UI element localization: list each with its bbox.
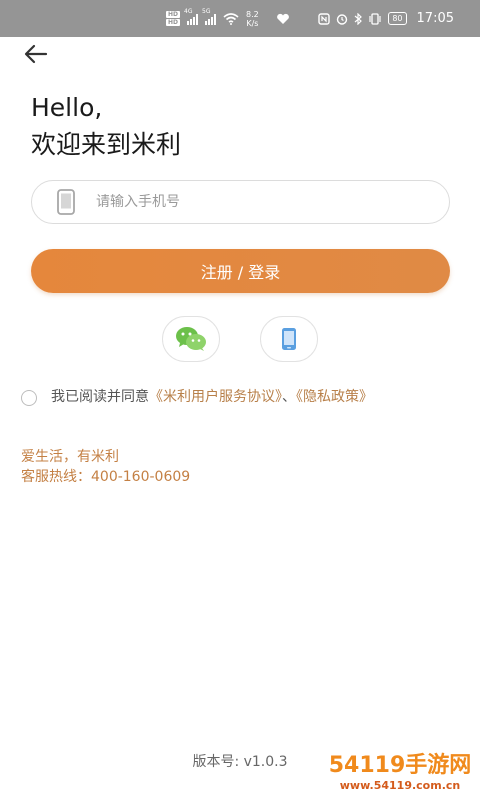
network-4g-label: 4G xyxy=(184,7,193,15)
privacy-policy-link[interactable]: 《隐私政策》 xyxy=(296,389,373,405)
greeting-welcome: 欢迎来到米利 xyxy=(31,130,182,159)
hotline-label: 客服热线： xyxy=(21,469,91,485)
agreement-separator: 、 xyxy=(282,389,296,405)
hd-badge-2: HD xyxy=(166,19,181,26)
battery-icon: 80 xyxy=(388,12,407,25)
arrow-left-icon xyxy=(24,44,48,64)
vibrate-icon xyxy=(369,12,381,25)
phone-login-button[interactable] xyxy=(260,316,318,362)
smartphone-icon xyxy=(57,189,75,215)
agreement-text: 我已阅读并同意《米利用户服务协议》、《隐私政策》 xyxy=(51,386,451,408)
login-screen: HD HD 4G 5G 8.2 K/s 80 17:05 Hello, 欢迎来到… xyxy=(0,0,480,800)
hotline-number: 400-160-0609 xyxy=(91,469,191,485)
wechat-icon xyxy=(176,327,206,351)
wechat-login-button[interactable] xyxy=(162,316,220,362)
watermark-sub: www.54119.com.cn xyxy=(339,778,461,792)
agreement-prefix: 我已阅读并同意 xyxy=(51,389,149,405)
hd-badges: HD HD xyxy=(166,11,181,26)
speed-value: 8.2 xyxy=(246,9,259,19)
heart-icon xyxy=(276,13,289,24)
hd-badge-1: HD xyxy=(166,11,181,18)
wifi-icon xyxy=(223,12,239,25)
site-watermark: 54119手游网 www.54119.com.cn xyxy=(320,738,480,800)
bluetooth-icon xyxy=(354,12,363,25)
network-5g-label: 5G xyxy=(202,7,211,15)
agreement-checkbox[interactable] xyxy=(21,390,37,406)
watermark-main: 54119手游网 xyxy=(328,752,472,778)
clock-time: 17:05 xyxy=(416,11,454,26)
back-button[interactable] xyxy=(20,40,52,68)
hotline: 客服热线：400-160-0609 xyxy=(21,466,190,486)
register-login-button[interactable]: 注册 / 登录 xyxy=(31,249,450,293)
smartphone-icon xyxy=(282,328,296,350)
signal-4g-icon: 4G xyxy=(184,8,199,25)
phone-input-container[interactable] xyxy=(31,180,450,224)
alarm-icon xyxy=(337,13,348,25)
nfc-icon xyxy=(318,12,331,25)
network-speed: 8.2 K/s xyxy=(246,10,259,28)
signal-5g-icon: 5G xyxy=(202,8,217,25)
user-agreement-link[interactable]: 《米利用户服务协议》 xyxy=(149,389,282,405)
greeting-hello: Hello, xyxy=(31,93,103,122)
speed-unit: K/s xyxy=(246,18,259,28)
phone-input[interactable] xyxy=(96,194,416,210)
network-indicators: HD HD 4G 5G 8.2 K/s xyxy=(166,8,290,28)
status-bar: HD HD 4G 5G 8.2 K/s 80 17:05 xyxy=(0,0,480,37)
system-indicators: 80 17:05 xyxy=(318,11,454,26)
slogan: 爱生活，有米利 xyxy=(21,449,119,465)
